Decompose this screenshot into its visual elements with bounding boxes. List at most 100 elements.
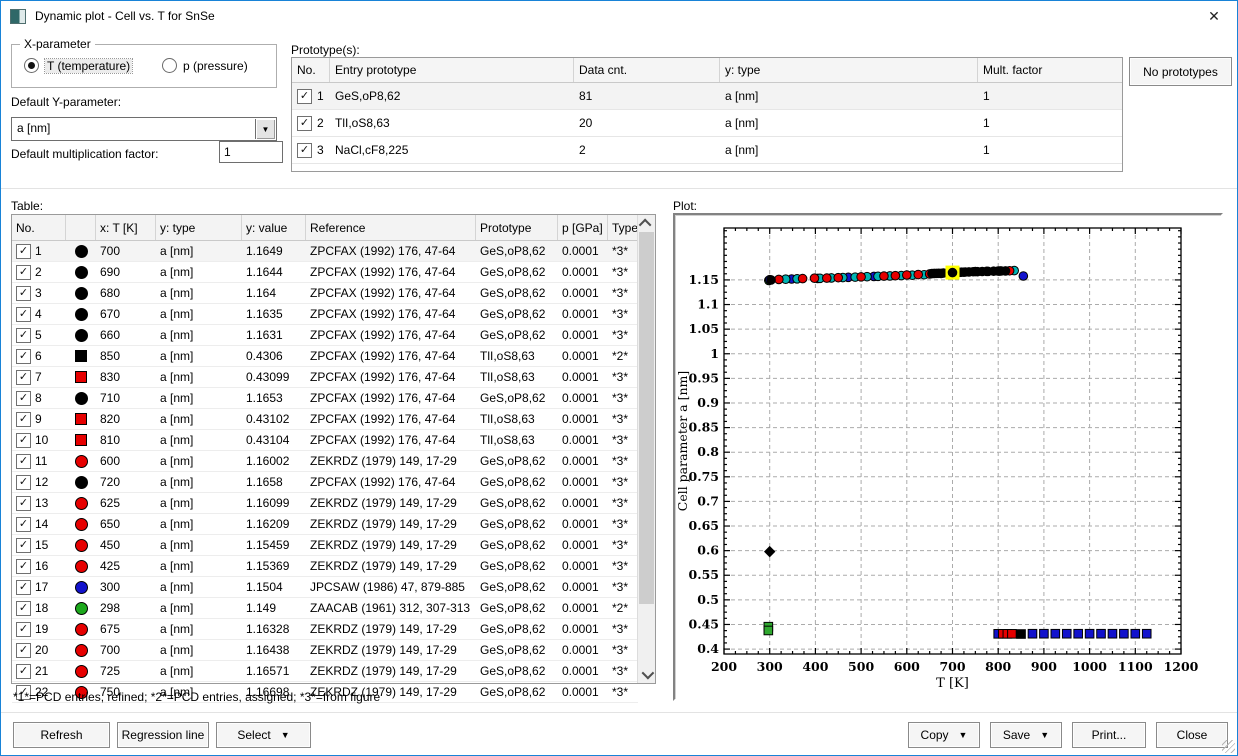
- checkbox-checked-icon[interactable]: ✓: [297, 89, 312, 104]
- checkbox-checked-icon[interactable]: ✓: [16, 496, 31, 511]
- radio-temperature[interactable]: T (temperature): [24, 58, 132, 73]
- refresh-button[interactable]: Refresh: [13, 722, 110, 748]
- table-row[interactable]: ✓16425a [nm]1.15369ZEKRDZ (1979) 149, 17…: [12, 556, 638, 577]
- row-type: *3*: [608, 412, 638, 426]
- row-no: 14: [35, 517, 48, 531]
- chevron-down-icon[interactable]: ▼: [255, 119, 275, 139]
- prototype-row[interactable]: ✓2TlI,oS8,6320a [nm]1: [292, 110, 1122, 137]
- square-marker-icon: [75, 371, 87, 383]
- checkbox-checked-icon[interactable]: ✓: [16, 580, 31, 595]
- save-button-label: Save: [1003, 728, 1030, 742]
- row-y-type: a [nm]: [156, 349, 242, 363]
- close-button[interactable]: Close: [1156, 722, 1228, 748]
- checkbox-checked-icon[interactable]: ✓: [297, 143, 312, 158]
- row-y-type: a [nm]: [156, 475, 242, 489]
- checkbox-checked-icon[interactable]: ✓: [16, 601, 31, 616]
- checkbox-checked-icon[interactable]: ✓: [16, 538, 31, 553]
- vertical-scrollbar[interactable]: [637, 215, 655, 683]
- dropdown-arrow-icon[interactable]: ▼: [959, 730, 968, 740]
- row-y-type: a [nm]: [156, 286, 242, 300]
- row-pressure: 0.0001: [558, 664, 608, 678]
- table-row[interactable]: ✓18298a [nm]1.149ZAACAB (1961) 312, 307-…: [12, 598, 638, 619]
- row-prototype: GeS,oP8,62: [476, 580, 558, 594]
- regression-line-button-label: Regression line: [122, 728, 205, 742]
- checkbox-checked-icon[interactable]: ✓: [16, 559, 31, 574]
- table-row[interactable]: ✓3680a [nm]1.164ZPCFAX (1992) 176, 47-64…: [12, 283, 638, 304]
- table-row[interactable]: ✓11600a [nm]1.16002ZEKRDZ (1979) 149, 17…: [12, 451, 638, 472]
- y-parameter-combobox[interactable]: a [nm] ▼: [11, 117, 277, 141]
- row-reference: ZEKRDZ (1979) 149, 17-29: [306, 454, 476, 468]
- row-prototype: GeS,oP8,62: [476, 622, 558, 636]
- table-row[interactable]: ✓21725a [nm]1.16571ZEKRDZ (1979) 149, 17…: [12, 661, 638, 682]
- checkbox-checked-icon[interactable]: ✓: [16, 475, 31, 490]
- resize-grip[interactable]: [1222, 740, 1235, 753]
- title-bar[interactable]: Dynamic plot - Cell vs. T for SnSe ✕: [1, 1, 1237, 31]
- row-temperature: 830: [96, 370, 156, 384]
- mult-factor-label: Default multiplication factor:: [11, 147, 158, 161]
- print-button[interactable]: Print...: [1072, 722, 1146, 748]
- prototype-row[interactable]: ✓3NaCl,cF8,2252a [nm]1: [292, 137, 1122, 164]
- checkbox-checked-icon[interactable]: ✓: [16, 349, 31, 364]
- row-y-value: 1.16438: [242, 643, 306, 657]
- row-temperature: 850: [96, 349, 156, 363]
- radio-pressure-label[interactable]: p (pressure): [183, 59, 248, 73]
- checkbox-checked-icon[interactable]: ✓: [16, 391, 31, 406]
- radio-temperature-icon[interactable]: [24, 58, 39, 73]
- close-icon[interactable]: ✕: [1191, 1, 1237, 31]
- checkbox-checked-icon[interactable]: ✓: [16, 664, 31, 679]
- select-button[interactable]: Select▼: [216, 722, 311, 748]
- save-button[interactable]: Save ▼: [990, 722, 1062, 748]
- no-prototypes-button[interactable]: No prototypes: [1129, 57, 1232, 86]
- row-no: 10: [35, 433, 48, 447]
- checkbox-checked-icon[interactable]: ✓: [297, 116, 312, 131]
- scroll-up-icon[interactable]: [638, 215, 655, 232]
- checkbox-checked-icon[interactable]: ✓: [16, 307, 31, 322]
- checkbox-checked-icon[interactable]: ✓: [16, 244, 31, 259]
- plot-panel: 2003004005006007008009001000110012000.40…: [673, 213, 1223, 701]
- checkbox-checked-icon[interactable]: ✓: [16, 517, 31, 532]
- copy-button[interactable]: Copy▼: [908, 722, 980, 748]
- row-type: *2*: [608, 349, 638, 363]
- table-row[interactable]: ✓19675a [nm]1.16328ZEKRDZ (1979) 149, 17…: [12, 619, 638, 640]
- table-row[interactable]: ✓15450a [nm]1.15459ZEKRDZ (1979) 149, 17…: [12, 535, 638, 556]
- checkbox-checked-icon[interactable]: ✓: [16, 622, 31, 637]
- scrollbar-thumb[interactable]: [639, 232, 654, 604]
- table-row[interactable]: ✓14650a [nm]1.16209ZEKRDZ (1979) 149, 17…: [12, 514, 638, 535]
- row-y-value: 1.1658: [242, 475, 306, 489]
- table-row[interactable]: ✓2690a [nm]1.1644ZPCFAX (1992) 176, 47-6…: [12, 262, 638, 283]
- table-row[interactable]: ✓1700a [nm]1.1649ZPCFAX (1992) 176, 47-6…: [12, 241, 638, 262]
- radio-temperature-label[interactable]: T (temperature): [45, 59, 132, 73]
- table-row[interactable]: ✓9820a [nm]0.43102ZPCFAX (1992) 176, 47-…: [12, 409, 638, 430]
- checkbox-checked-icon[interactable]: ✓: [16, 412, 31, 427]
- checkbox-checked-icon[interactable]: ✓: [16, 433, 31, 448]
- table-row[interactable]: ✓8710a [nm]1.1653ZPCFAX (1992) 176, 47-6…: [12, 388, 638, 409]
- dropdown-arrow-icon[interactable]: ▼: [1040, 730, 1049, 740]
- prototype-mult-factor: 1: [978, 116, 1120, 130]
- prototype-row[interactable]: ✓1GeS,oP8,6281a [nm]1: [292, 83, 1122, 110]
- table-row[interactable]: ✓5660a [nm]1.1631ZPCFAX (1992) 176, 47-6…: [12, 325, 638, 346]
- mult-factor-input[interactable]: 1: [219, 141, 283, 163]
- regression-line-button[interactable]: Regression line: [117, 722, 209, 748]
- checkbox-checked-icon[interactable]: ✓: [16, 454, 31, 469]
- table-row[interactable]: ✓10810a [nm]0.43104ZPCFAX (1992) 176, 47…: [12, 430, 638, 451]
- radio-pressure-icon[interactable]: [162, 58, 177, 73]
- row-temperature: 810: [96, 433, 156, 447]
- radio-pressure[interactable]: p (pressure): [162, 58, 248, 73]
- prototypes-column-header: Data cnt.: [574, 58, 720, 82]
- dropdown-arrow-icon[interactable]: ▼: [281, 730, 290, 740]
- row-marker-cell: [66, 602, 96, 615]
- checkbox-checked-icon[interactable]: ✓: [16, 643, 31, 658]
- checkbox-checked-icon[interactable]: ✓: [16, 265, 31, 280]
- table-row[interactable]: ✓4670a [nm]1.1635ZPCFAX (1992) 176, 47-6…: [12, 304, 638, 325]
- row-type: *2*: [608, 601, 638, 615]
- table-row[interactable]: ✓12720a [nm]1.1658ZPCFAX (1992) 176, 47-…: [12, 472, 638, 493]
- table-row[interactable]: ✓6850a [nm]0.4306ZPCFAX (1992) 176, 47-6…: [12, 346, 638, 367]
- table-row[interactable]: ✓20700a [nm]1.16438ZEKRDZ (1979) 149, 17…: [12, 640, 638, 661]
- checkbox-checked-icon[interactable]: ✓: [16, 370, 31, 385]
- table-row[interactable]: ✓7830a [nm]0.43099ZPCFAX (1992) 176, 47-…: [12, 367, 638, 388]
- table-row[interactable]: ✓17300a [nm]1.1504JPCSAW (1986) 47, 879-…: [12, 577, 638, 598]
- checkbox-checked-icon[interactable]: ✓: [16, 328, 31, 343]
- scroll-down-icon[interactable]: [638, 666, 655, 683]
- checkbox-checked-icon[interactable]: ✓: [16, 286, 31, 301]
- table-row[interactable]: ✓13625a [nm]1.16099ZEKRDZ (1979) 149, 17…: [12, 493, 638, 514]
